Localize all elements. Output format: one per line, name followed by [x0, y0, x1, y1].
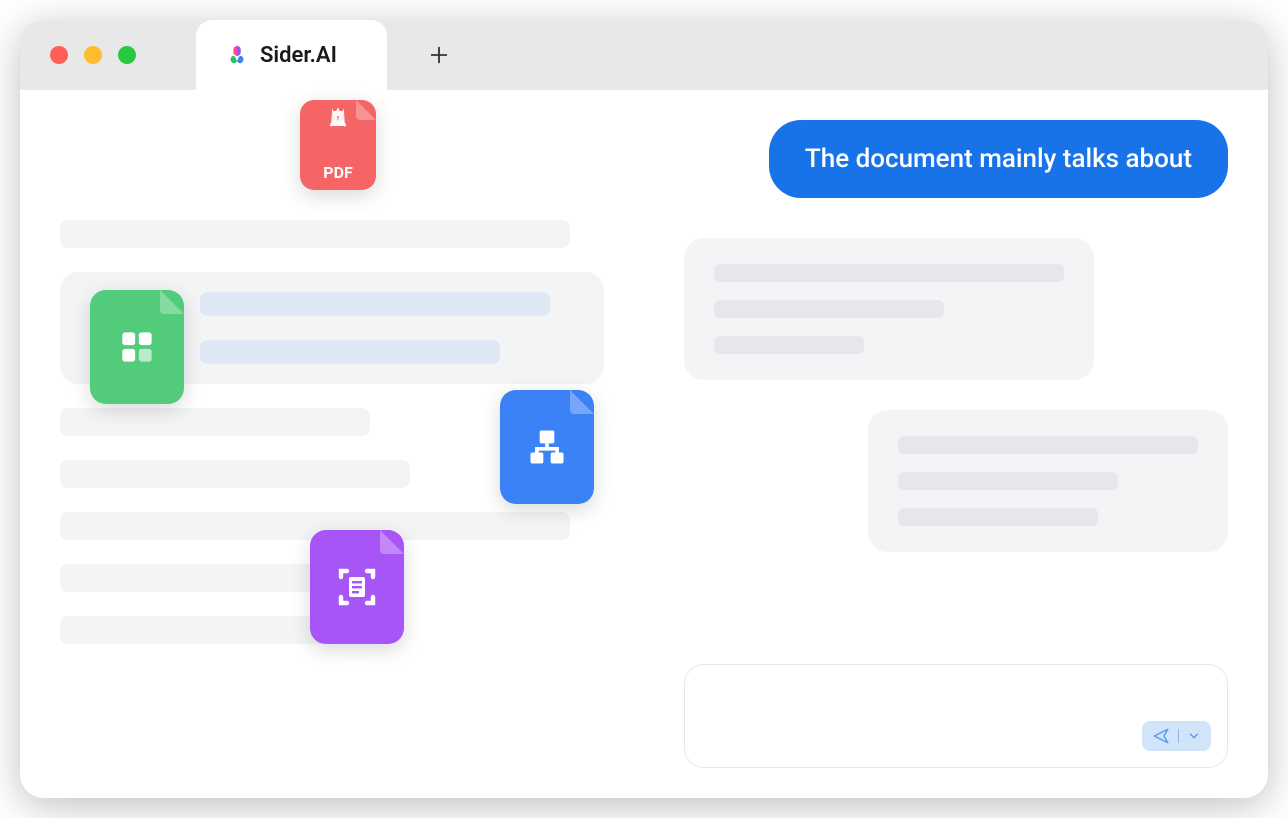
document-preview-pane: PDF	[20, 90, 644, 798]
user-message-text: The document mainly talks about	[805, 144, 1192, 174]
skeleton-response-line	[898, 472, 1118, 490]
maximize-window-button[interactable]	[118, 46, 136, 64]
send-button[interactable]	[1142, 721, 1211, 751]
skeleton-response-line	[714, 264, 1064, 282]
user-message-bubble: The document mainly talks about	[769, 120, 1228, 198]
send-icon	[1152, 727, 1170, 745]
skeleton-response-line	[714, 300, 944, 318]
titlebar: Sider.AI	[20, 20, 1268, 90]
skeleton-text-line	[60, 220, 570, 248]
skeleton-response-line	[898, 436, 1198, 454]
close-window-button[interactable]	[50, 46, 68, 64]
tab-title: Sider.AI	[260, 43, 337, 68]
skeleton-response-line	[898, 508, 1098, 526]
app-window: Sider.AI PDF	[20, 20, 1268, 798]
sider-logo-icon	[226, 44, 248, 66]
skeleton-text-line	[60, 408, 370, 436]
pdf-label: PDF	[323, 163, 353, 182]
selected-line	[200, 340, 500, 364]
skeleton-text-line	[60, 460, 410, 488]
pdf-file-icon[interactable]: PDF	[300, 100, 376, 190]
spreadsheet-file-icon[interactable]	[90, 290, 184, 404]
selected-line	[200, 292, 550, 316]
sitemap-file-icon[interactable]	[500, 390, 594, 504]
assistant-message-bubble	[684, 238, 1094, 380]
plus-icon	[428, 44, 450, 66]
content-area: PDF	[20, 90, 1268, 798]
scan-document-file-icon[interactable]	[310, 530, 404, 644]
chevron-down-icon	[1187, 729, 1201, 743]
browser-tab[interactable]: Sider.AI	[196, 20, 387, 90]
chat-pane: The document mainly talks about	[644, 90, 1268, 798]
button-divider	[1178, 729, 1179, 743]
skeleton-response-line	[714, 336, 864, 354]
file-fold-corner	[356, 100, 376, 120]
minimize-window-button[interactable]	[84, 46, 102, 64]
assistant-message-bubble	[868, 410, 1228, 552]
window-controls	[50, 46, 136, 64]
new-tab-button[interactable]	[427, 43, 451, 67]
chat-input-area[interactable]	[684, 664, 1228, 768]
file-fold-corner	[570, 390, 594, 414]
